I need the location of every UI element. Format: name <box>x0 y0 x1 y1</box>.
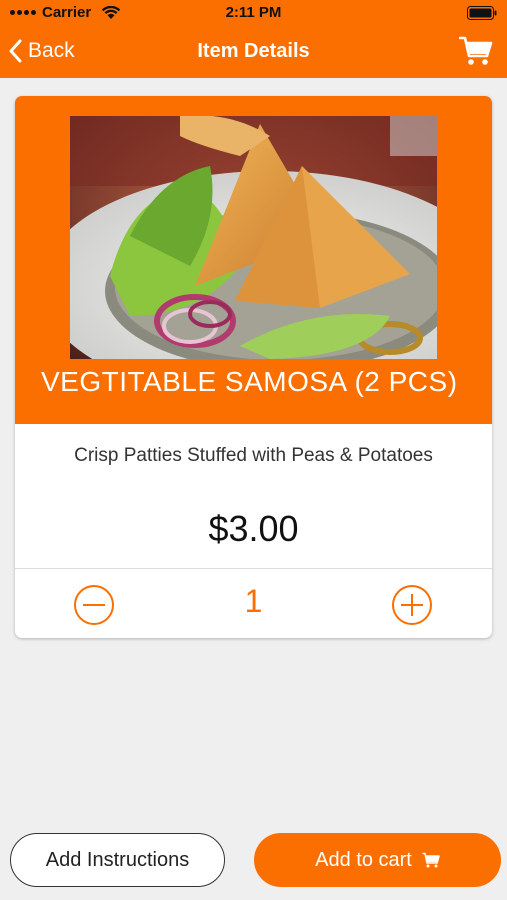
add-to-cart-label: Add to cart <box>315 848 412 871</box>
top-bar: Carrier 2:11 PM Back Item Details <box>0 0 507 78</box>
food-image <box>70 116 437 359</box>
quantity-stepper: 1 <box>15 569 492 638</box>
item-card: VEGTITABLE SAMOSA (2 PCS) Crisp Patties … <box>15 96 492 638</box>
status-bar: Carrier 2:11 PM <box>0 0 507 26</box>
status-time: 2:11 PM <box>225 4 282 21</box>
item-price: $3.00 <box>208 508 299 549</box>
item-name: VEGTITABLE SAMOSA (2 PCS) <box>41 366 458 397</box>
page-title: Item Details <box>197 40 310 62</box>
battery-icon <box>467 6 497 20</box>
item-header: VEGTITABLE SAMOSA (2 PCS) <box>15 96 492 424</box>
add-to-cart-button[interactable]: Add to cart <box>254 833 501 887</box>
add-instructions-label: Add Instructions <box>45 848 190 871</box>
item-description: Crisp Patties Stuffed with Peas & Potato… <box>74 445 433 466</box>
plus-circle-icon[interactable] <box>391 584 433 626</box>
add-instructions-button[interactable]: Add Instructions <box>10 833 225 887</box>
cart-icon[interactable] <box>459 34 493 68</box>
navigation-bar: Back Item Details <box>0 26 507 78</box>
cart-icon <box>422 852 440 868</box>
